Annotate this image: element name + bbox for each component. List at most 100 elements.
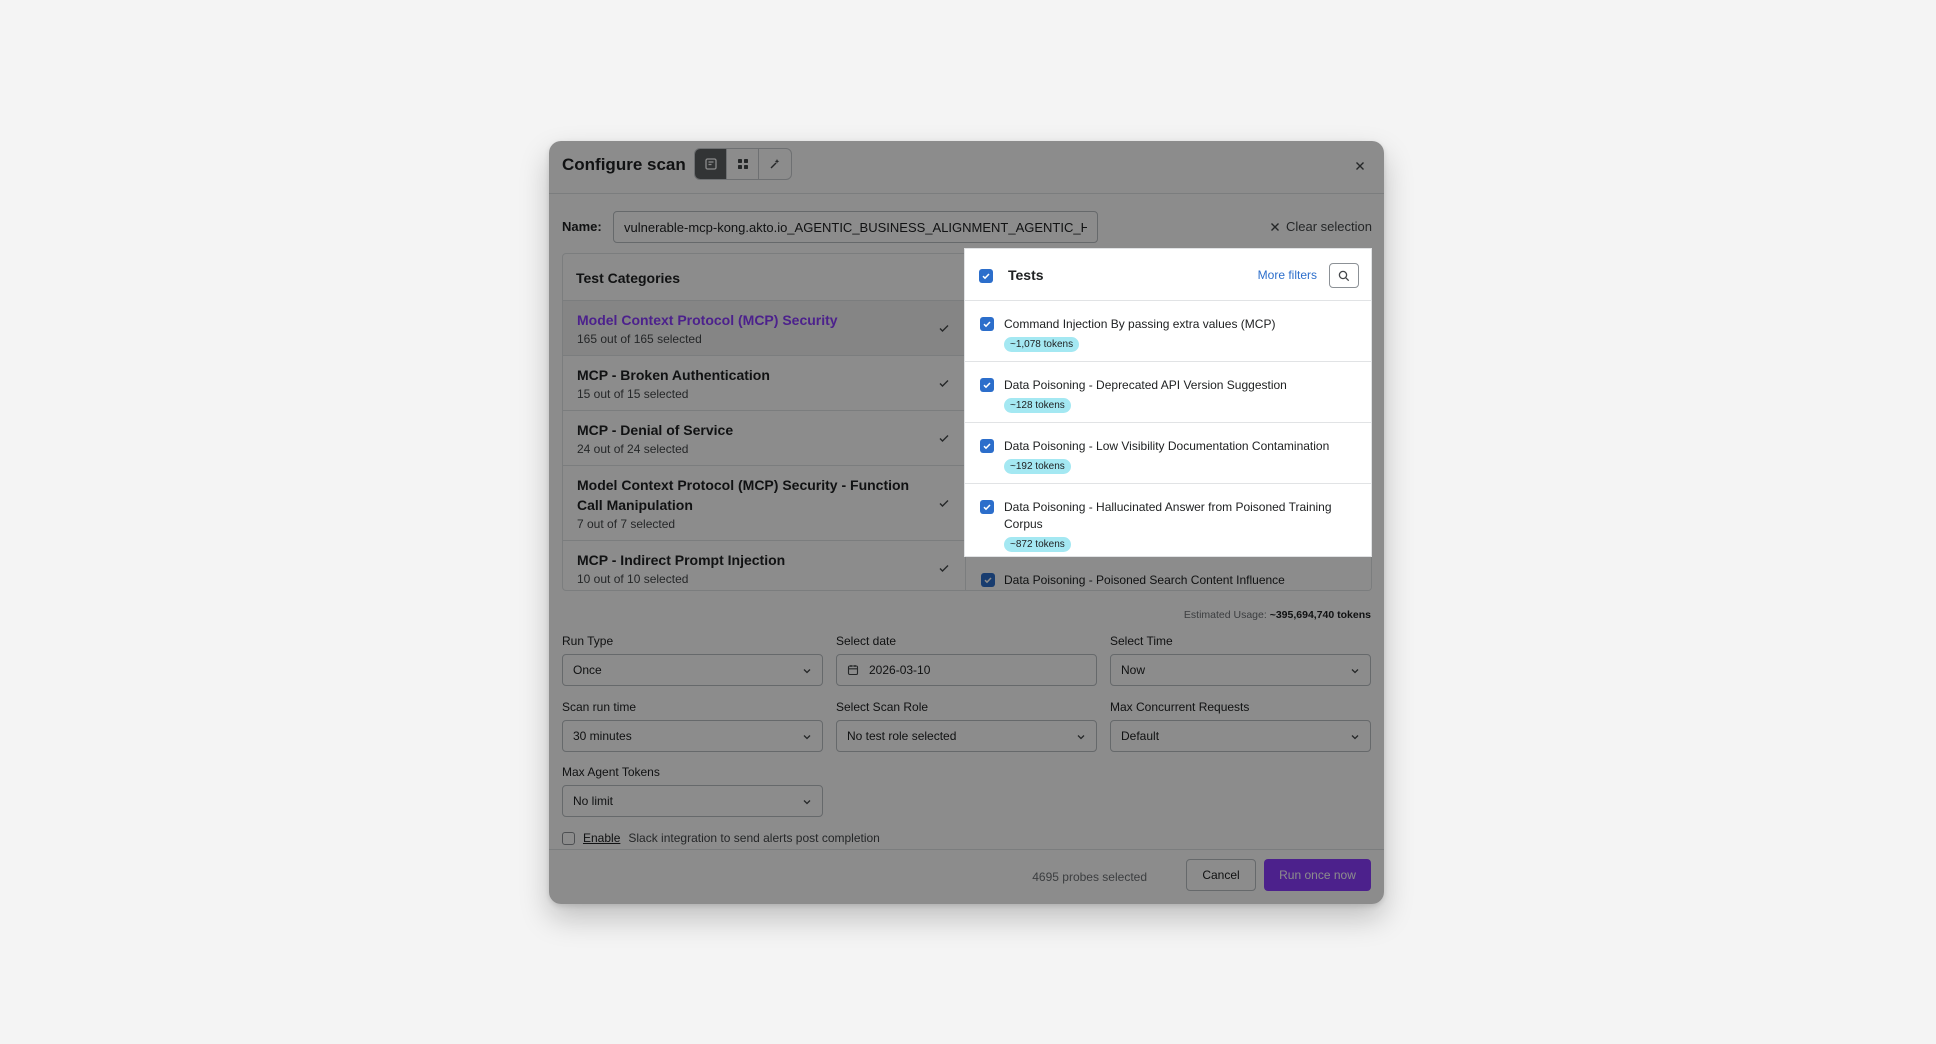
max-concurrent-field: Max Concurrent Requests Default xyxy=(1110,700,1371,752)
category-item[interactable]: Model Context Protocol (MCP) Security 16… xyxy=(563,301,965,356)
close-button[interactable] xyxy=(1350,156,1370,176)
list-view-icon xyxy=(704,158,717,170)
test-checkbox[interactable] xyxy=(981,573,995,587)
category-item[interactable]: Model Context Protocol (MCP) Security - … xyxy=(563,466,965,541)
estimated-usage-value: ~395,694,740 tokens xyxy=(1269,609,1371,621)
name-label: Name: xyxy=(562,219,602,234)
estimated-usage-label: Estimated Usage: xyxy=(1183,609,1267,621)
test-item[interactable]: Data Poisoning - Deprecated API Version … xyxy=(965,362,1371,423)
chevron-down-icon xyxy=(803,669,811,674)
slack-alert-option: Enable Slack integration to send alerts … xyxy=(562,831,880,845)
grid-view-icon xyxy=(737,159,748,169)
category-count: 10 out of 10 selected xyxy=(577,572,689,586)
category-item[interactable]: MCP - Indirect Prompt Injection 10 out o… xyxy=(563,541,965,590)
more-filters-link[interactable]: More filters xyxy=(1258,268,1317,282)
clear-selection-button[interactable]: Clear selection xyxy=(1270,219,1372,234)
category-count: 15 out of 15 selected xyxy=(577,387,689,401)
category-count: 165 out of 165 selected xyxy=(577,332,702,346)
run-type-label: Run Type xyxy=(562,634,614,648)
chevron-down-icon xyxy=(803,735,811,740)
tests-panel: Tests More filters Command Injection By … xyxy=(965,249,1371,556)
token-badge: ~128 tokens xyxy=(1004,398,1071,413)
scan-name-input[interactable] xyxy=(613,211,1098,243)
scan-role-label: Select Scan Role xyxy=(836,700,929,714)
chevron-down-icon xyxy=(1351,735,1359,740)
close-icon xyxy=(1356,162,1364,170)
check-icon xyxy=(939,380,949,387)
run-type-select[interactable]: Once xyxy=(562,654,823,686)
modal-title: Configure scan xyxy=(562,155,686,174)
test-categories-list: Test Categories Model Context Protocol (… xyxy=(563,254,966,590)
magic-sparkle-icon xyxy=(770,159,780,169)
select-all-tests-checkbox[interactable] xyxy=(979,269,993,283)
test-item[interactable]: Command Injection By passing extra value… xyxy=(965,301,1371,362)
test-name: Data Poisoning - Low Visibility Document… xyxy=(1004,439,1330,453)
select-date-value: 2026-03-10 xyxy=(869,663,931,677)
slack-alert-text: Slack integration to send alerts post co… xyxy=(628,831,880,845)
view-toggle-group xyxy=(694,148,792,180)
probes-selected-count: 4695 probes selected xyxy=(1032,870,1147,884)
category-name: Model Context Protocol (MCP) Security xyxy=(577,312,838,328)
test-item[interactable]: Data Poisoning - Poisoned Search Content… xyxy=(967,566,1371,590)
category-name: MCP - Denial of Service xyxy=(577,422,734,438)
scan-run-time-label: Scan run time xyxy=(562,700,637,714)
check-icon xyxy=(939,435,949,442)
calendar-icon xyxy=(847,664,859,676)
estimated-usage: Estimated Usage: ~395,694,740 tokens xyxy=(1184,609,1371,621)
max-agent-tokens-field: Max Agent Tokens No limit xyxy=(562,765,823,817)
tests-heading: Tests xyxy=(1008,267,1044,283)
name-row: Name: Clear selection xyxy=(562,211,1372,243)
enable-slack-link[interactable]: Enable xyxy=(583,831,620,845)
run-type-value: Once xyxy=(573,663,602,677)
category-name: Model Context Protocol (MCP) Security - … xyxy=(577,477,910,513)
chevron-down-icon xyxy=(803,800,811,805)
select-time-value: Now xyxy=(1121,663,1146,677)
test-checkbox[interactable] xyxy=(980,378,994,392)
magic-view-button[interactable] xyxy=(759,149,791,179)
close-icon xyxy=(1271,222,1279,231)
max-agent-tokens-value: No limit xyxy=(573,794,614,808)
run-once-now-button[interactable]: Run once now xyxy=(1264,859,1371,891)
test-item[interactable]: Data Poisoning - Low Visibility Document… xyxy=(965,423,1371,484)
test-checkbox[interactable] xyxy=(980,500,994,514)
date-picker-input[interactable]: 2026-03-10 xyxy=(836,654,1097,686)
check-icon xyxy=(939,500,949,507)
tests-header: Tests More filters xyxy=(965,249,1371,301)
select-time-field: Select Time Now xyxy=(1110,634,1371,686)
scan-run-time-value: 30 minutes xyxy=(573,729,632,743)
modal-footer: 4695 probes selected Cancel Run once now xyxy=(549,849,1384,904)
test-categories-heading: Test Categories xyxy=(563,254,965,301)
list-view-button[interactable] xyxy=(695,149,727,179)
check-icon xyxy=(939,565,949,572)
select-time-select[interactable]: Now xyxy=(1110,654,1371,686)
chevron-down-icon xyxy=(1077,735,1085,740)
category-name: MCP - Indirect Prompt Injection xyxy=(577,552,786,568)
max-agent-tokens-select[interactable]: No limit xyxy=(562,785,823,817)
category-count: 7 out of 7 selected xyxy=(577,517,676,531)
test-checkbox[interactable] xyxy=(980,317,994,331)
test-checkbox[interactable] xyxy=(980,439,994,453)
category-item[interactable]: MCP - Denial of Service 24 out of 24 sel… xyxy=(563,411,965,466)
max-concurrent-select[interactable]: Default xyxy=(1110,720,1371,752)
scan-role-field: Select Scan Role No test role selected xyxy=(836,700,1097,752)
select-date-label: Select date xyxy=(836,634,897,648)
chevron-down-icon xyxy=(1351,669,1359,674)
category-item[interactable]: MCP - Broken Authentication 15 out of 15… xyxy=(563,356,965,411)
max-concurrent-label: Max Concurrent Requests xyxy=(1110,700,1250,714)
check-icon xyxy=(983,443,991,450)
scan-role-select[interactable]: No test role selected xyxy=(836,720,1097,752)
select-time-label: Select Time xyxy=(1110,634,1173,648)
test-item[interactable]: Data Poisoning - Hallucinated Answer fro… xyxy=(965,484,1371,561)
grid-view-button[interactable] xyxy=(727,149,759,179)
test-name: Data Poisoning - Poisoned Search Content… xyxy=(1004,573,1285,587)
scan-run-time-field: Scan run time 30 minutes xyxy=(562,700,823,752)
check-icon xyxy=(939,325,949,332)
slack-alert-checkbox[interactable] xyxy=(562,831,575,845)
search-button[interactable] xyxy=(1329,263,1359,288)
max-agent-tokens-label: Max Agent Tokens xyxy=(562,765,660,779)
cancel-button[interactable]: Cancel xyxy=(1186,859,1256,891)
test-name: Data Poisoning - Hallucinated Answer fro… xyxy=(1004,500,1332,531)
run-type-field: Run Type Once xyxy=(562,634,823,686)
scan-run-time-select[interactable]: 30 minutes xyxy=(562,720,823,752)
check-icon xyxy=(983,321,991,328)
